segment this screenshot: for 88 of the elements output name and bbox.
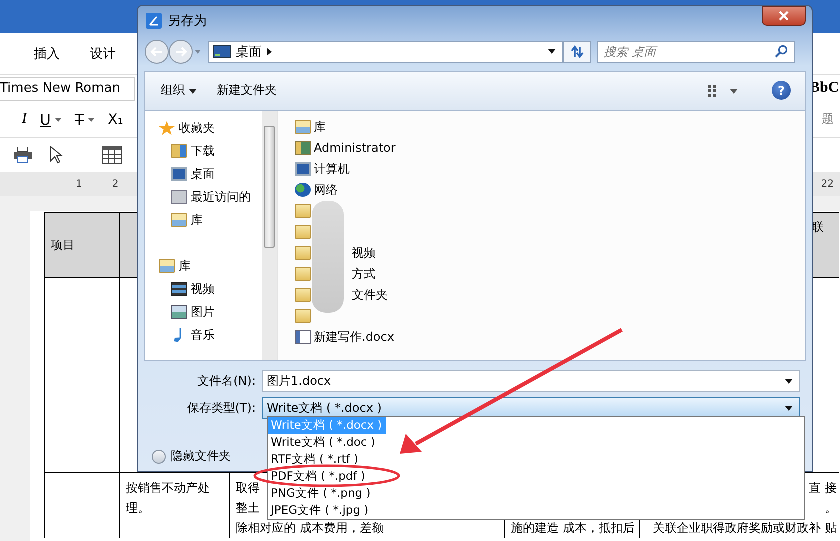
- file-icon[interactable]: [295, 162, 311, 176]
- cell-text: 整土: [236, 500, 260, 517]
- file-icon[interactable]: [295, 288, 311, 302]
- table-cell: 项目: [44, 212, 119, 277]
- nav-icon: [171, 213, 187, 228]
- ruler-number: 2: [112, 178, 119, 190]
- file-name[interactable]: 新建写作.docx: [314, 328, 394, 346]
- nav-item[interactable]: 视频: [145, 278, 262, 301]
- nav-item[interactable]: 库: [145, 254, 262, 278]
- format-button[interactable]: T: [66, 110, 96, 128]
- desktop-icon: [213, 45, 231, 58]
- nav-icon: [171, 190, 187, 204]
- organize-menu[interactable]: 组织: [159, 80, 199, 102]
- file-icon[interactable]: [295, 120, 311, 134]
- file-name[interactable]: 计算机: [314, 160, 350, 178]
- file-name[interactable]: 文件夹: [352, 286, 388, 304]
- nav-icon: [171, 305, 187, 320]
- nav-item[interactable]: 下载: [145, 140, 262, 163]
- filename-label: 文件名(N):: [196, 372, 257, 390]
- file-type-option[interactable]: Write文档 ( *.doc ): [268, 434, 380, 451]
- file-name[interactable]: Administrator: [314, 141, 396, 156]
- font-field[interactable]: Times New Roman: [0, 76, 135, 100]
- nav-item[interactable]: 音乐: [145, 324, 262, 347]
- cell-text: 施的建造 成本，抵扣后: [511, 520, 635, 537]
- ribbon-tab[interactable]: 设计: [90, 44, 116, 62]
- nav-icon: [171, 167, 187, 182]
- cell-text: 直 接: [809, 480, 837, 497]
- scrollbar[interactable]: [262, 110, 277, 360]
- view-options-icon[interactable]: [708, 84, 738, 97]
- nav-item[interactable]: 库: [145, 208, 262, 232]
- cell-text: 按销售不动产处理。: [126, 480, 211, 517]
- back-forward-buttons-icon[interactable]: [144, 38, 202, 65]
- help-button[interactable]: ?: [772, 81, 791, 100]
- file-name[interactable]: 方式: [352, 266, 376, 283]
- chevron-icon[interactable]: [267, 48, 272, 56]
- nav-item[interactable]: 桌面: [145, 162, 262, 186]
- format-button[interactable]: U: [32, 110, 62, 128]
- cell-text: 除相对应的 成本费用，差额: [236, 520, 384, 537]
- file-icon[interactable]: [295, 225, 311, 240]
- nav-icon: [171, 144, 187, 158]
- file-icon[interactable]: [295, 309, 311, 324]
- file-name[interactable]: 视频: [352, 244, 376, 262]
- caret-icon[interactable]: [785, 378, 793, 384]
- caret-icon: [188, 89, 197, 94]
- ruler-number: 22: [821, 178, 834, 190]
- cell-text: 。: [825, 500, 837, 517]
- close-button[interactable]: [762, 6, 806, 26]
- type-label: 保存类型(T):: [186, 400, 257, 416]
- pointer-icon[interactable]: [50, 146, 64, 164]
- file-type-option[interactable]: JPEG文件 ( *.jpg ): [268, 502, 373, 519]
- cell-text: 关联企业职得政府奖励或财政补 贴: [653, 520, 837, 537]
- nav-icon: [159, 259, 175, 274]
- file-icon[interactable]: [295, 267, 311, 282]
- file-icon[interactable]: [295, 246, 311, 260]
- refresh-icon: [569, 44, 585, 59]
- file-type-option[interactable]: PDF文档 ( *.pdf ): [268, 468, 370, 485]
- file-icon[interactable]: [295, 141, 311, 156]
- dialog-title: 另存为: [168, 12, 207, 30]
- nav-item[interactable]: 图片: [145, 300, 262, 324]
- nav-item[interactable]: 最近访问的: [145, 186, 262, 209]
- ribbon-tab[interactable]: 插入: [34, 44, 60, 62]
- collapse-icon: [152, 450, 166, 464]
- hide-folders-button[interactable]: 隐藏文件夹: [152, 448, 231, 465]
- file-type-option[interactable]: PNG文件 ( *.png ): [268, 485, 375, 502]
- nav-icon: [171, 282, 187, 296]
- nav-item[interactable]: 收藏夹: [145, 116, 262, 140]
- printer-icon[interactable]: [14, 147, 32, 163]
- file-icon[interactable]: [295, 204, 311, 218]
- file-name[interactable]: 库: [314, 118, 326, 136]
- refresh-button[interactable]: [563, 40, 591, 63]
- format-button[interactable]: X₁: [100, 112, 124, 128]
- filename-field[interactable]: 图片1.docx: [262, 370, 800, 392]
- file-type-option[interactable]: RTF文档 ( *.rtf ): [268, 451, 362, 468]
- close-icon: [779, 10, 789, 21]
- style-name: 题: [822, 111, 834, 128]
- file-icon[interactable]: [295, 330, 311, 344]
- ruler-number: 1: [76, 178, 82, 190]
- file-icon[interactable]: [295, 183, 311, 198]
- format-button[interactable]: I: [14, 111, 27, 128]
- address-bar[interactable]: 桌面: [208, 40, 563, 63]
- app-icon: [146, 12, 162, 29]
- search-field[interactable]: 搜索 桌面: [597, 40, 795, 63]
- caret-icon[interactable]: [548, 49, 556, 54]
- new-folder-button[interactable]: 新建文件夹: [214, 80, 279, 102]
- file-name[interactable]: 网络: [314, 182, 338, 199]
- caret-icon[interactable]: [785, 406, 793, 410]
- table-icon[interactable]: [102, 146, 122, 164]
- cell-text: 取得: [236, 480, 260, 497]
